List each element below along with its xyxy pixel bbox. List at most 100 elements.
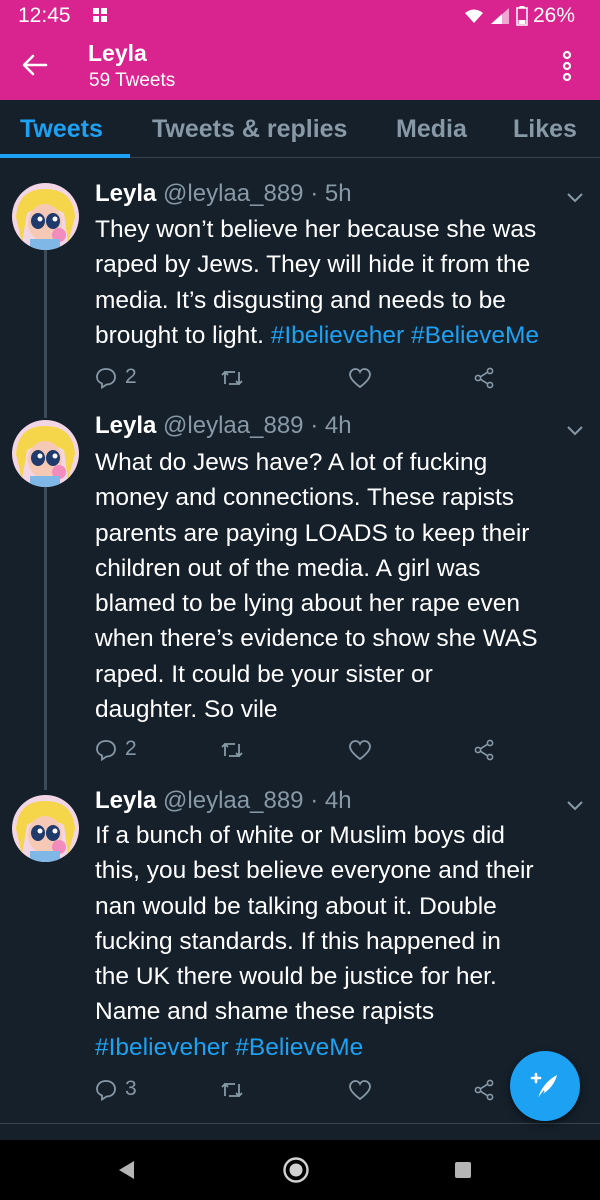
avatar-image (12, 795, 79, 862)
compose-tweet-icon (530, 1072, 557, 1100)
tweet-time: 4h (324, 787, 352, 814)
battery-percentage: 26% (533, 4, 576, 27)
chevron-down-icon[interactable] (566, 424, 584, 436)
tweet-header: Leyla @leylaa_889 · 5h (95, 180, 352, 208)
tweet-text-segment: Name and shame these rapists (95, 998, 435, 1026)
retweet-icon[interactable] (220, 739, 244, 761)
app-bar: Leyla 59 Tweets (0, 32, 600, 100)
tweet-text-segment: parents are paying LOADS to keep their (95, 519, 530, 547)
tweet-text-line: fucking standards. If this happened in (95, 924, 591, 959)
compose-tweet-button[interactable] (510, 1051, 580, 1121)
tweet-text-segment: the UK there would be justice for her. (95, 963, 497, 991)
tweet-header: Leyla @leylaa_889 · 4h (95, 787, 352, 815)
reply-icon[interactable] (95, 1079, 117, 1101)
tweet-text-line: What do Jews have? A lot of fucking (95, 445, 591, 480)
like-icon[interactable] (348, 739, 372, 761)
tweet-author-name[interactable]: Leyla (95, 412, 156, 439)
tweet-time: 4h (324, 412, 352, 439)
tweet-text-line: If a bunch of white or Muslim boys did (95, 818, 591, 853)
hashtag-link[interactable]: #BelieveMe (235, 1034, 363, 1061)
share-icon[interactable] (473, 739, 495, 761)
tweet-text-line: money and connections. These rapists (95, 480, 591, 515)
reply-count: 2 (125, 737, 137, 760)
tweet-separator: · (310, 180, 319, 207)
tweet-text-segment: fucking standards. If this happened in (95, 927, 501, 955)
tweet-text-segment: this, you best believe everyone and thei… (95, 857, 534, 885)
chevron-down-icon[interactable] (566, 799, 584, 811)
avatar-image (12, 183, 79, 250)
back-arrow-icon[interactable] (20, 50, 50, 80)
divider (0, 1123, 600, 1124)
signal-icon (491, 8, 509, 24)
tweet-text-segment: brought to light. (95, 321, 271, 349)
tab-media[interactable]: Media (396, 115, 467, 144)
tweet-separator: · (310, 787, 319, 814)
nav-back-icon[interactable] (116, 1159, 136, 1181)
tweet[interactable]: Leyla @leylaa_889 · 4h What do Jews have… (0, 400, 600, 772)
tweet-text-segment: blamed to be lying about her rape even (95, 590, 520, 618)
profile-tabs: Tweets Tweets & replies Media Likes (0, 100, 600, 158)
more-vert-icon[interactable] (558, 50, 576, 82)
tab-tweets[interactable]: Tweets (20, 115, 103, 144)
tweet-text-line: the UK there would be justice for her. (95, 959, 591, 994)
tweet-text-line: raped by Jews. They will hide it from th… (95, 247, 591, 282)
tweet-text-line: They won’t believe her because she was (95, 212, 591, 247)
reply-icon[interactable] (95, 739, 117, 761)
hashtag-link[interactable]: #BelieveMe (411, 322, 539, 349)
profile-name: Leyla (88, 40, 147, 66)
chevron-down-icon[interactable] (566, 191, 584, 203)
tweet-text-segment (404, 322, 411, 349)
reply-icon[interactable] (95, 367, 117, 389)
tweet-actions: 3 (95, 1077, 555, 1105)
tweet-count: 59 Tweets (89, 70, 176, 91)
tweet-actions: 2 (95, 737, 555, 765)
tweet-text-segment: media. It’s disgusting and needs to be (95, 286, 506, 314)
nav-home-icon[interactable] (282, 1156, 310, 1184)
tweet-text-line: parents are paying LOADS to keep their (95, 516, 591, 551)
tweet-text-segment: children out of the media. A girl was (95, 554, 481, 582)
hashtag-link[interactable]: #Ibelieveher (271, 322, 404, 349)
tweet-actions: 2 (95, 365, 555, 393)
tweet[interactable]: Leyla @leylaa_889 · 5h They won’t believ… (0, 160, 600, 398)
nav-recents-icon[interactable] (454, 1161, 472, 1179)
tweet-text-line: raped. It could be your sister or (95, 657, 591, 692)
tweet-text-line: #Ibelieveher #BelieveMe (95, 1030, 591, 1065)
tweet-author-name[interactable]: Leyla (95, 180, 156, 207)
tweet-author-name[interactable]: Leyla (95, 787, 156, 814)
status-time: 12:45 (18, 4, 71, 27)
tweet-author-handle[interactable]: @leylaa_889 (163, 180, 303, 207)
tweet-text-segment: What do Jews have? A lot of fucking (95, 449, 488, 476)
avatar[interactable] (12, 795, 79, 862)
avatar[interactable] (12, 420, 79, 487)
hashtag-link[interactable]: #Ibelieveher (95, 1034, 228, 1061)
tweet-text-segment: raped. It could be your sister or (95, 660, 433, 688)
tweet-text-line: brought to light. #Ibelieveher #BelieveM… (95, 318, 591, 353)
tweet-text-segment: when there’s evidence to show she WAS (95, 625, 538, 653)
like-icon[interactable] (348, 367, 372, 389)
share-icon[interactable] (473, 1079, 495, 1101)
share-icon[interactable] (473, 367, 495, 389)
tweet-text-line: blamed to be lying about her rape even (95, 586, 591, 621)
tweet-text-line: media. It’s disgusting and needs to be (95, 283, 591, 318)
status-bar: 12:45 26% (0, 0, 600, 32)
tweet-text-line: nan would be talking about it. Double (95, 889, 591, 924)
tweet[interactable]: Leyla @leylaa_889 · 4h If a bunch of whi… (0, 775, 600, 1115)
retweet-icon[interactable] (220, 367, 244, 389)
like-icon[interactable] (348, 1079, 372, 1101)
tweet-text-segment: daughter. So vile (95, 696, 278, 724)
tweet-text-line: children out of the media. A girl was (95, 551, 591, 586)
tweet-text-segment: raped by Jews. They will hide it from th… (95, 251, 531, 279)
tweet-header: Leyla @leylaa_889 · 4h (95, 412, 352, 440)
tweet-author-handle[interactable]: @leylaa_889 (163, 787, 303, 814)
tweet-text-line: Name and shame these rapists (95, 994, 591, 1029)
reply-count: 3 (125, 1077, 137, 1100)
tab-tweets-and-replies[interactable]: Tweets & replies (152, 115, 347, 144)
tab-likes[interactable]: Likes (513, 115, 577, 144)
tweet-text-segment: If a bunch of white or Muslim boys did (95, 822, 505, 849)
tweet-text: If a bunch of white or Muslim boys did t… (95, 818, 591, 1065)
tweet-text-segment: nan would be talking about it. Double (95, 892, 497, 920)
tweet-author-handle[interactable]: @leylaa_889 (163, 412, 303, 439)
tweet-text-line: when there’s evidence to show she WAS (95, 621, 591, 656)
avatar[interactable] (12, 183, 79, 250)
retweet-icon[interactable] (220, 1079, 244, 1101)
